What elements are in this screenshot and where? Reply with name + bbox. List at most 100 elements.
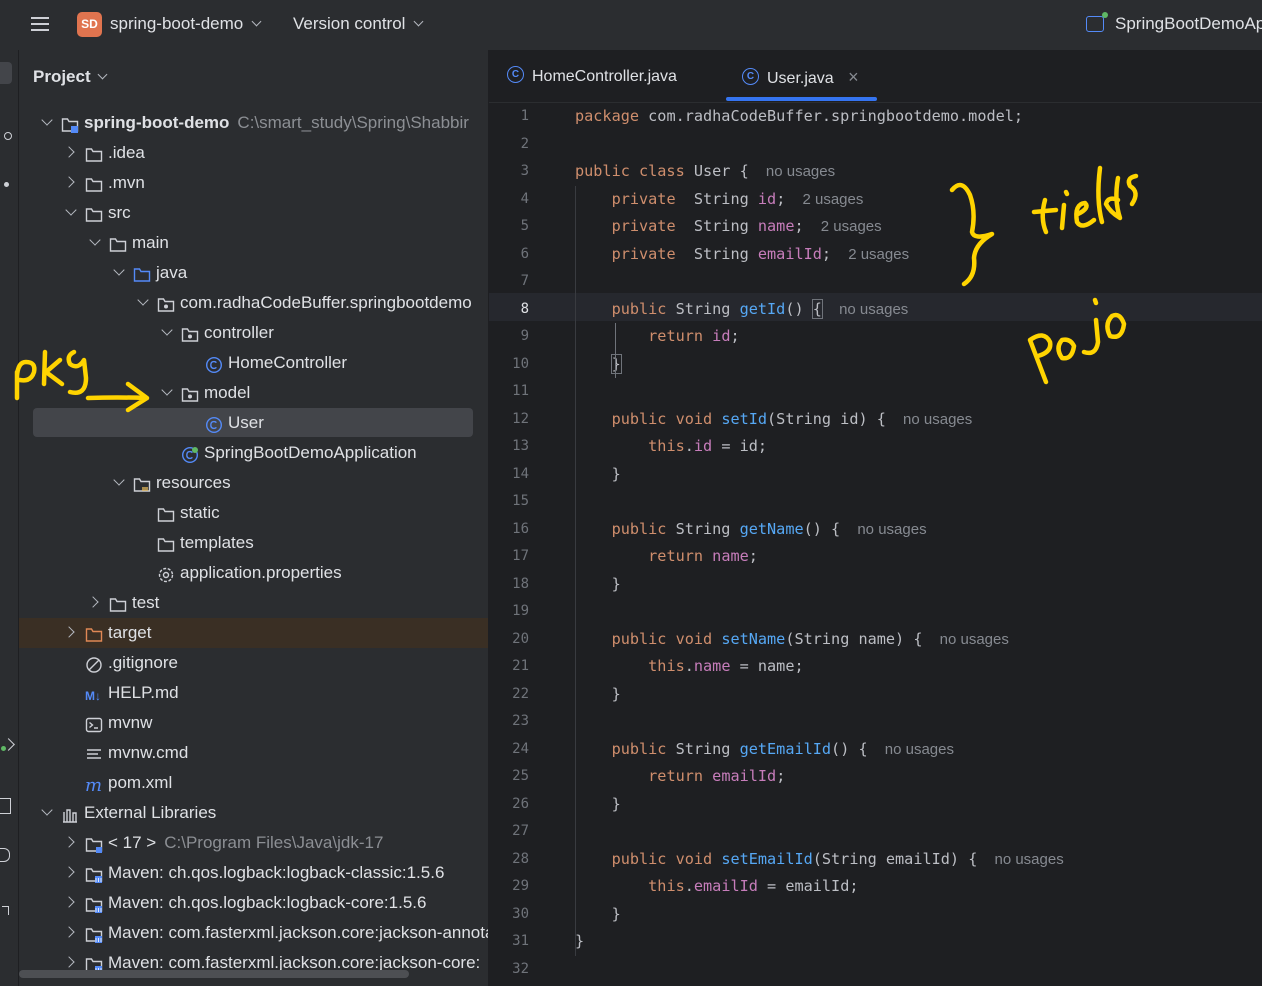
project-view-selector[interactable]: Project (33, 67, 108, 87)
code-line[interactable]: } (575, 681, 621, 709)
expand-arrow-icon[interactable] (113, 264, 125, 276)
code-line[interactable]: private String id; 2 usages (575, 186, 864, 214)
tree-item[interactable]: M↓ HELP.md (19, 678, 488, 708)
collapse-arrow-icon[interactable] (87, 596, 99, 608)
tree-item[interactable]: src (19, 198, 488, 228)
main-menu-icon[interactable] (28, 12, 52, 36)
project-tool-icon[interactable] (0, 62, 12, 84)
expand-arrow-icon[interactable] (161, 324, 173, 336)
usage-hint[interactable]: no usages (994, 851, 1063, 868)
problems-tool-icon[interactable] (0, 848, 10, 862)
expand-arrow-icon[interactable] (161, 384, 173, 396)
terminal-tool-icon[interactable] (0, 798, 11, 814)
tree-item[interactable]: < 17 > C:\Program Files\Java\jdk-17 (19, 828, 488, 858)
collapse-arrow-icon[interactable] (63, 626, 75, 638)
usage-hint[interactable]: 2 usages (821, 218, 882, 235)
tree-item[interactable]: External Libraries (19, 798, 488, 828)
usage-hint[interactable]: no usages (903, 411, 972, 428)
tree-item[interactable]: SpringBootDemoApplication (19, 438, 488, 468)
collapse-arrow-icon[interactable] (63, 926, 75, 938)
tree-item[interactable]: HomeController (19, 348, 488, 378)
expand-arrow-icon[interactable] (89, 234, 101, 246)
tree-item[interactable]: Maven: ch.qos.logback:logback-core:1.5.6 (19, 888, 488, 918)
usage-hint[interactable]: no usages (766, 163, 835, 180)
tree-item[interactable]: Maven: ch.qos.logback:logback-classic:1.… (19, 858, 488, 888)
code-line[interactable]: return name; (575, 543, 758, 571)
tree-item[interactable]: static (19, 498, 488, 528)
version-control-menu[interactable]: Version control (293, 14, 424, 34)
code-line[interactable]: private String name; 2 usages (575, 213, 882, 241)
tree-item[interactable]: User (19, 408, 488, 438)
tree-item[interactable]: application.properties (19, 558, 488, 588)
tree-item[interactable]: spring-boot-demo C:\smart_study\Spring\Sh… (19, 108, 488, 138)
tree-item[interactable]: model (19, 378, 488, 408)
tree-item[interactable]: templates (19, 528, 488, 558)
run-configuration-selector[interactable]: SpringBootDemoAp (1115, 14, 1262, 34)
tree-item[interactable]: mvnw (19, 708, 488, 738)
tree-item[interactable]: .gitignore (19, 648, 488, 678)
git-tool-icon[interactable] (2, 906, 9, 915)
code-line[interactable]: } (575, 901, 621, 929)
usage-hint[interactable]: no usages (885, 741, 954, 758)
collapse-arrow-icon[interactable] (63, 836, 75, 848)
tree-item[interactable]: .mvn (19, 168, 488, 198)
code-line[interactable]: public String getId() { no usages (575, 296, 908, 324)
collapse-arrow-icon[interactable] (63, 176, 75, 188)
collapse-arrow-icon[interactable] (63, 956, 75, 968)
code-line[interactable]: public class User { no usages (575, 158, 835, 186)
structure-tool-icon[interactable] (4, 182, 9, 187)
source-folder-icon (133, 264, 151, 282)
code-line[interactable]: this.emailId = emailId; (575, 873, 859, 901)
tree-item[interactable]: target (19, 618, 488, 648)
code-line[interactable]: public void setEmailId(String emailId) {… (575, 846, 1064, 874)
tree-item[interactable]: resources (19, 468, 488, 498)
code-token: = emailId; (757, 877, 859, 895)
expand-arrow-icon[interactable] (65, 204, 77, 216)
code-line[interactable]: public void setName(String name) { no us… (575, 626, 1009, 654)
tree-item[interactable]: main (19, 228, 488, 258)
tree-item[interactable]: m pom.xml (19, 768, 488, 798)
collapse-arrow-icon[interactable] (63, 866, 75, 878)
code-line[interactable]: } (575, 928, 584, 956)
tree-item[interactable]: test (19, 588, 488, 618)
expand-arrow-icon[interactable] (41, 804, 53, 816)
code-line[interactable]: } (575, 461, 621, 489)
usage-hint[interactable]: no usages (857, 521, 926, 538)
tree-item[interactable]: java (19, 258, 488, 288)
tree-item-text: .gitignore (108, 653, 178, 672)
expand-arrow-icon[interactable] (137, 294, 149, 306)
commit-tool-icon[interactable] (4, 132, 12, 140)
code-line[interactable]: public void setId(String id) { no usages (575, 406, 973, 434)
collapse-arrow-icon[interactable] (63, 146, 75, 158)
tree-item[interactable]: .idea (19, 138, 488, 168)
line-number: 8 (520, 300, 529, 317)
project-switcher[interactable]: spring-boot-demo (110, 14, 262, 34)
code-line[interactable]: public String getName() { no usages (575, 516, 927, 544)
code-line[interactable]: return id; (575, 323, 739, 351)
tree-item[interactable]: com.radhaCodeBuffer.springbootdemo (19, 288, 488, 318)
code-line[interactable]: } (575, 571, 621, 599)
tab-homecontroller[interactable]: C HomeController.java (507, 66, 677, 88)
code-line[interactable]: this.id = id; (575, 433, 767, 461)
close-tab-icon[interactable]: × (848, 67, 859, 87)
tree-item[interactable]: mvnw.cmd (19, 738, 488, 768)
code-line[interactable]: } (575, 351, 622, 379)
usage-hint[interactable]: 2 usages (802, 191, 863, 208)
expand-arrow-icon[interactable] (113, 474, 125, 486)
code-line[interactable]: return emailId; (575, 763, 785, 791)
usage-hint[interactable]: 2 usages (848, 246, 909, 263)
horizontal-scrollbar[interactable] (19, 970, 409, 978)
code-line[interactable]: private String emailId; 2 usages (575, 241, 910, 269)
code-line[interactable]: public String getEmailId() { no usages (575, 736, 954, 764)
usage-hint[interactable]: no usages (839, 301, 908, 318)
expand-arrow-icon[interactable] (41, 114, 53, 126)
code-line[interactable]: this.name = name; (575, 653, 803, 681)
tree-item[interactable]: Maven: com.fasterxml.jackson.core:jackso… (19, 918, 488, 948)
tree-item-label: User (228, 408, 264, 438)
collapse-arrow-icon[interactable] (63, 896, 75, 908)
tree-item[interactable]: controller (19, 318, 488, 348)
usage-hint[interactable]: no usages (940, 631, 1009, 648)
tab-user[interactable]: C User.java × (742, 66, 859, 88)
code-line[interactable]: package com.radhaCodeBuffer.springbootde… (575, 103, 1023, 131)
code-line[interactable]: } (575, 791, 621, 819)
